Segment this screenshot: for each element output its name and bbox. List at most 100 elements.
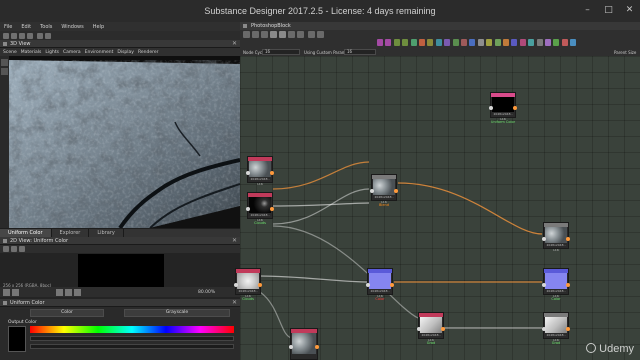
graph-tool-icon[interactable] (308, 31, 315, 38)
graph-tool-icon[interactable] (243, 31, 250, 38)
input-port[interactable] (234, 283, 238, 287)
color-node-right[interactable]: 2048x2048 - L16 Color (542, 268, 570, 301)
grunge-node-a[interactable]: 2048x2048 - L16 (246, 156, 274, 186)
input-port[interactable] (246, 207, 250, 211)
graph-tool-icon[interactable] (270, 31, 277, 38)
atomic-node-button[interactable] (385, 39, 392, 46)
atomic-node-button[interactable] (402, 39, 409, 46)
input-port[interactable] (542, 327, 546, 331)
graph-tool-icon[interactable] (252, 31, 259, 38)
saturation-slider[interactable] (30, 336, 234, 341)
atomic-node-button[interactable] (536, 39, 543, 46)
graph-tool-icon[interactable] (297, 31, 304, 38)
atomic-node-button[interactable] (503, 39, 509, 46)
atomic-node-button[interactable] (469, 39, 476, 46)
atomic-node-button[interactable] (519, 39, 526, 46)
tab-library[interactable]: Library (89, 229, 124, 237)
atomic-node-button[interactable] (419, 39, 425, 46)
channel-g-icon[interactable] (65, 289, 72, 296)
output-port[interactable] (441, 327, 445, 331)
output-port[interactable] (566, 237, 570, 241)
view-menu-renderer[interactable]: Renderer (138, 50, 159, 55)
save-icon[interactable] (19, 33, 25, 39)
graph-tool-icon[interactable] (279, 31, 286, 38)
view-menu-materials[interactable]: Materials (21, 50, 42, 55)
input-port[interactable] (370, 189, 374, 193)
atomic-node-button[interactable] (461, 39, 467, 46)
output-port[interactable] (270, 207, 274, 211)
blend-node[interactable]: 2048x2048 - L16 Blend (370, 174, 398, 207)
output-port[interactable] (315, 345, 319, 349)
atomic-node-button[interactable] (452, 39, 459, 46)
output-port[interactable] (394, 189, 398, 193)
grayscale-mode-button[interactable]: Grayscale (124, 309, 230, 317)
output-port[interactable] (513, 106, 517, 110)
image-input-node[interactable] (289, 328, 319, 360)
close-icon[interactable]: ✕ (232, 40, 237, 47)
tile-icon[interactable] (11, 246, 17, 252)
atomic-node-button[interactable] (528, 39, 535, 46)
atomic-node-button[interactable] (477, 39, 484, 46)
color-node-mid[interactable]: 2048x2048 - L16 Color (366, 268, 394, 301)
output-port[interactable] (566, 283, 570, 287)
input-port[interactable] (366, 283, 370, 287)
uniform-color-node[interactable]: 2048x2048 - L16 Uniform Color (489, 92, 517, 124)
maximize-icon[interactable]: □ (604, 6, 613, 15)
graph-tool-icon[interactable] (317, 31, 324, 38)
output-port[interactable] (566, 327, 570, 331)
input-port[interactable] (542, 283, 546, 287)
atomic-node-button[interactable] (427, 39, 434, 46)
menu-windows[interactable]: Windows (61, 24, 83, 30)
alpha-icon[interactable] (12, 289, 19, 296)
viewport-tool-icon[interactable] (1, 68, 8, 75)
atomic-node-button[interactable] (511, 39, 518, 46)
value-slider[interactable] (30, 344, 234, 349)
menu-tools[interactable]: Tools (40, 24, 52, 30)
view-menu-environment[interactable]: Environment (85, 50, 114, 55)
close-icon[interactable]: ✕ (625, 6, 634, 15)
input-port[interactable] (289, 345, 293, 349)
close-icon[interactable]: ✕ (232, 237, 237, 244)
atomic-node-button[interactable] (561, 39, 568, 46)
tab-uniform-color[interactable]: Uniform Color (0, 229, 52, 237)
color-swatch[interactable] (8, 326, 26, 352)
atomic-node-button[interactable] (553, 39, 560, 46)
view-menu-camera[interactable]: Camera (63, 50, 81, 55)
atomic-node-button[interactable] (486, 39, 493, 46)
channel-icon[interactable] (19, 246, 25, 252)
channel-r-icon[interactable] (56, 289, 63, 296)
atomic-node-button[interactable] (410, 39, 417, 46)
menu-edit[interactable]: Edit (21, 24, 31, 30)
fit-icon[interactable] (3, 246, 9, 252)
view-menu-lights[interactable]: Lights (45, 50, 59, 55)
open-icon[interactable] (11, 33, 17, 39)
node-cycle-select[interactable]: 16 (262, 49, 300, 55)
hue-slider[interactable] (30, 326, 234, 333)
viewport-tool-icon[interactable] (1, 59, 8, 66)
menu-file[interactable]: File (4, 24, 12, 30)
atomic-node-button[interactable] (570, 39, 577, 46)
custom-param-select[interactable]: 16 (344, 49, 376, 55)
view-menu-scene[interactable]: Scene (3, 50, 17, 55)
graph-canvas[interactable]: 2048x2048 - L16 Uniform Color 2048x2048 - … (234, 56, 640, 360)
atomic-node-button[interactable] (545, 39, 551, 46)
undo-icon[interactable] (37, 33, 43, 39)
tab-explorer[interactable]: Explorer (52, 229, 90, 237)
new-icon[interactable] (3, 33, 9, 39)
output-port[interactable] (270, 171, 274, 175)
view-menu-display[interactable]: Display (117, 50, 134, 55)
input-port[interactable] (542, 237, 546, 241)
zoom-level[interactable]: 80.00% (198, 290, 215, 295)
output-port[interactable] (258, 283, 262, 287)
minimize-icon[interactable]: – (583, 6, 592, 15)
input-port[interactable] (489, 106, 493, 110)
gradient-node-mid[interactable]: 2048x2048 - L16 Grad (417, 312, 445, 345)
atomic-node-button[interactable] (444, 39, 451, 46)
atomic-node-button[interactable] (393, 39, 400, 46)
atomic-node-button[interactable] (435, 39, 442, 46)
atomic-node-button[interactable] (494, 39, 501, 46)
output-node-right-a[interactable]: 2048x2048 - L16 (542, 222, 570, 252)
noise-node-b[interactable]: 2048x2048 - L16 Clouds (246, 192, 274, 225)
levels-node-left[interactable]: 2048x2048 - L16 Clouds (234, 268, 262, 301)
input-port[interactable] (417, 327, 421, 331)
